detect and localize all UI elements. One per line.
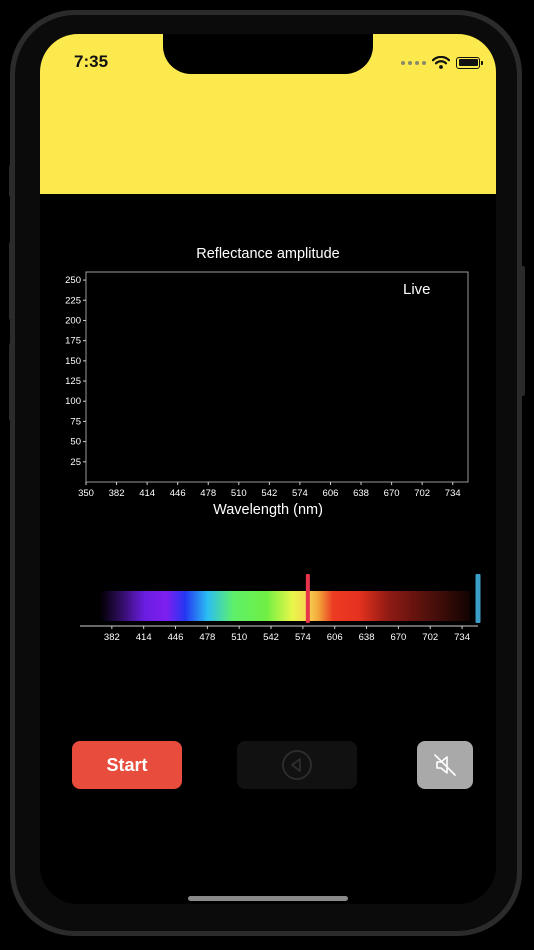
x-tick-label: 702 <box>414 488 430 499</box>
y-tick-label: 200 <box>65 315 81 326</box>
spectrum-gradient <box>100 591 470 621</box>
spectrum-tick-label: 446 <box>168 632 184 643</box>
mute-button[interactable] <box>417 741 473 789</box>
speaker-mute-icon <box>434 754 456 776</box>
x-tick-label: 606 <box>323 488 339 499</box>
status-icons <box>401 56 483 69</box>
spectrum-tick-label: 574 <box>295 632 311 643</box>
signal-dots-icon <box>401 60 426 65</box>
live-label: Live <box>403 281 431 298</box>
chart-xlabel: Wavelength (nm) <box>213 502 323 518</box>
spectrum-tick-label: 510 <box>231 632 247 643</box>
y-tick-label: 250 <box>65 275 81 286</box>
x-tick-label: 542 <box>261 488 277 499</box>
x-tick-label: 350 <box>78 488 94 499</box>
x-tick-label: 510 <box>231 488 247 499</box>
x-tick-label: 734 <box>445 488 461 499</box>
reflectance-chart: 25 50 75 100 125 150 175 200 225 250 350 382 414 446 4… <box>65 271 469 499</box>
spectrum-tick-label: 414 <box>136 632 152 643</box>
wifi-icon <box>432 56 450 69</box>
x-tick-label: 574 <box>292 488 308 499</box>
x-tick-label: 414 <box>139 488 155 499</box>
y-tick-label: 50 <box>70 437 81 448</box>
x-tick-label: 638 <box>353 488 369 499</box>
y-tick-label: 100 <box>65 396 81 407</box>
plot-area <box>85 271 469 483</box>
y-tick-label: 175 <box>65 336 81 347</box>
x-tick-label: 382 <box>109 488 125 499</box>
notch <box>163 34 373 74</box>
status-time: 7:35 <box>74 52 109 71</box>
spectrum-tick-label: 670 <box>390 632 406 643</box>
spectrum-tick-label: 702 <box>422 632 438 643</box>
chart-title: Reflectance amplitude <box>196 246 340 262</box>
start-button[interactable]: Start <box>72 741 182 789</box>
spectrum-tick-label: 606 <box>327 632 343 643</box>
play-back-icon <box>282 750 312 780</box>
screen: 7:35 Reflectance amplitude 25 50 75 100 125 1… <box>40 34 496 904</box>
y-tick-label: 125 <box>65 376 81 387</box>
y-tick-label: 25 <box>70 457 81 468</box>
spectrum-tick-label: 478 <box>199 632 215 643</box>
spectrum-tick-label: 734 <box>454 632 470 643</box>
play-back-button[interactable] <box>237 741 357 789</box>
spectrum-tick-label: 382 <box>104 632 120 643</box>
y-tick-label: 150 <box>65 356 81 367</box>
wavelength-marker-blue[interactable] <box>475 574 481 623</box>
spectrum-tick-label: 638 <box>359 632 375 643</box>
y-tick-label: 75 <box>70 416 81 427</box>
battery-icon <box>456 56 483 69</box>
y-tick-label: 225 <box>65 295 81 306</box>
wavelength-marker-red[interactable] <box>305 574 310 623</box>
home-indicator <box>188 896 348 901</box>
spectrum-bar[interactable]: 382 414 446 478 510 542 574 606 638 670 702 734 <box>40 562 496 644</box>
spectrum-tick-label: 542 <box>263 632 279 643</box>
x-tick-label: 446 <box>170 488 186 499</box>
x-tick-label: 670 <box>384 488 400 499</box>
x-tick-label: 478 <box>200 488 216 499</box>
